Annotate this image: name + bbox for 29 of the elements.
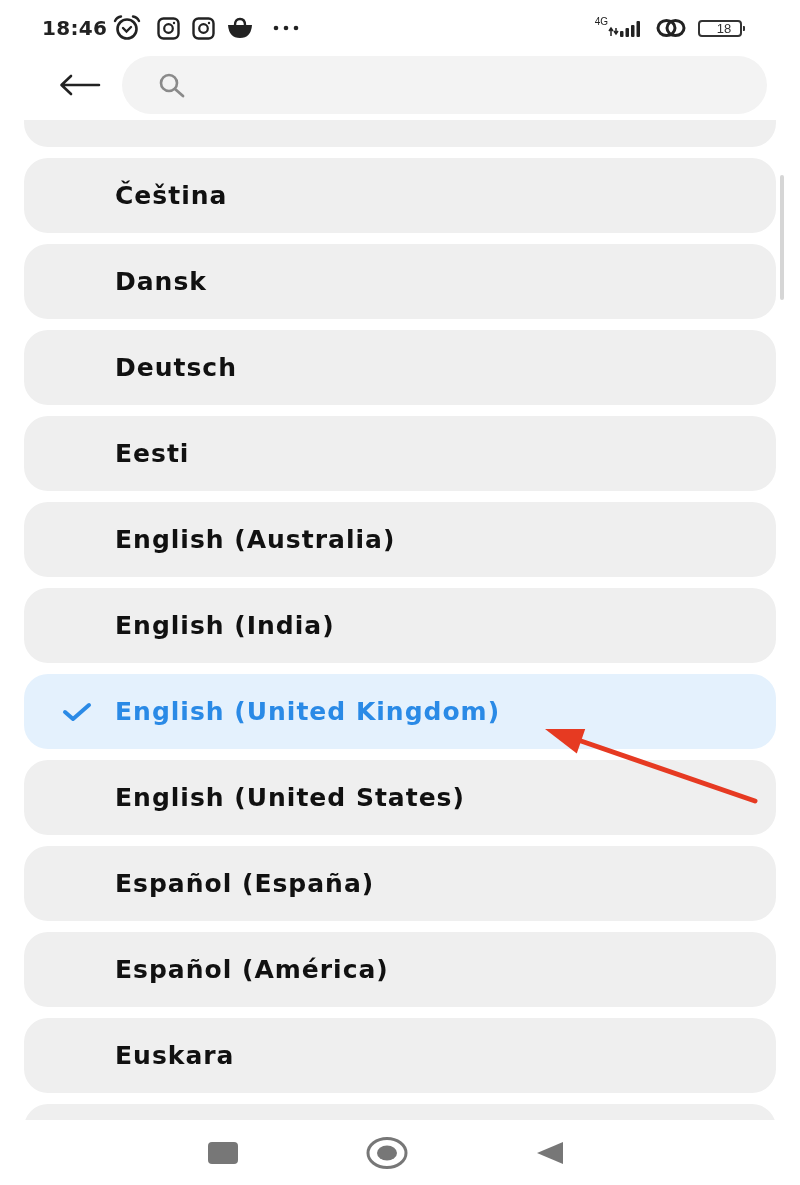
recent-apps-button[interactable] <box>208 1141 238 1164</box>
language-option[interactable]: Español (España) <box>24 846 776 921</box>
language-option[interactable]: Čeština <box>24 158 776 233</box>
triangle-icon <box>536 1140 564 1165</box>
search-icon <box>158 72 186 98</box>
alarm-clock-icon <box>113 15 142 41</box>
shopping-bag-icon <box>227 17 254 39</box>
language-option[interactable]: Dansk <box>24 244 776 319</box>
back-nav-button[interactable] <box>536 1140 564 1165</box>
status-time: 18:46 <box>42 16 108 40</box>
language-option[interactable]: Euskara <box>24 1018 776 1093</box>
check-icon <box>62 701 92 722</box>
circle-icon <box>366 1136 408 1169</box>
language-option[interactable]: Eesti <box>24 416 776 491</box>
battery-indicator: 18 <box>698 19 742 37</box>
language-option[interactable]: Deutsch <box>24 330 776 405</box>
language-option[interactable]: English (United States) <box>24 760 776 835</box>
square-icon <box>208 1141 238 1164</box>
network-type: 4G <box>594 15 608 27</box>
camera-icon <box>192 16 216 40</box>
language-option[interactable]: English (Australia) <box>24 502 776 577</box>
scrollbar-thumb[interactable] <box>780 175 784 300</box>
language-option[interactable]: English (India) <box>24 588 776 663</box>
camera-icon <box>157 16 181 40</box>
home-button[interactable] <box>366 1136 408 1169</box>
back-arrow-icon <box>59 74 101 96</box>
more-icon <box>273 25 300 31</box>
link-icon <box>656 18 686 38</box>
language-option[interactable]: Español (América) <box>24 932 776 1007</box>
